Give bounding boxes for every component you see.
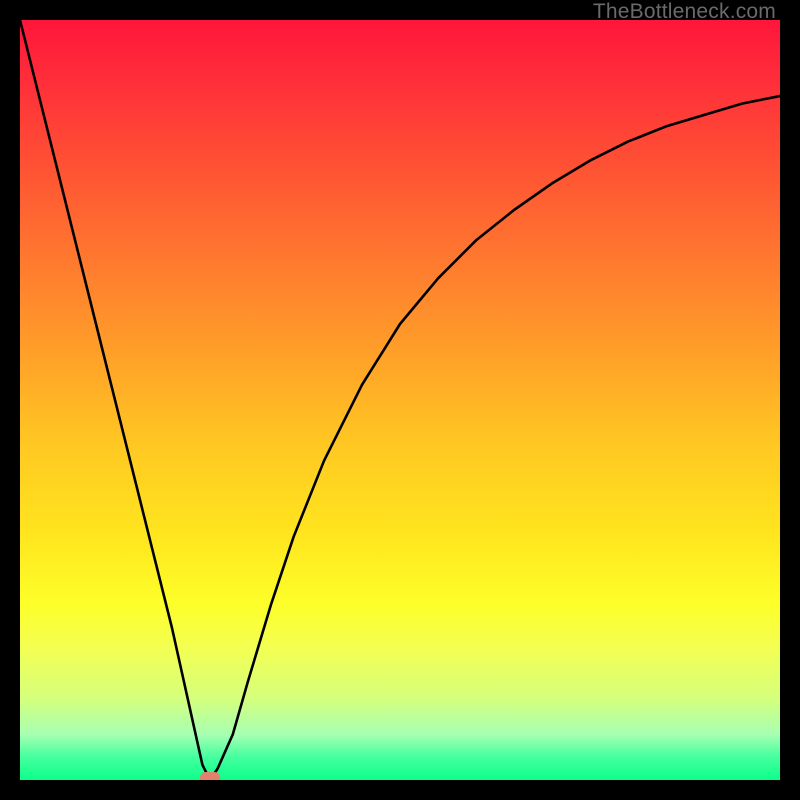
plot-area <box>20 20 780 780</box>
chart-outer-frame: TheBottleneck.com <box>0 0 800 800</box>
bottleneck-curve <box>20 20 780 780</box>
optimal-point-marker <box>200 772 220 780</box>
curve-path <box>20 20 780 780</box>
